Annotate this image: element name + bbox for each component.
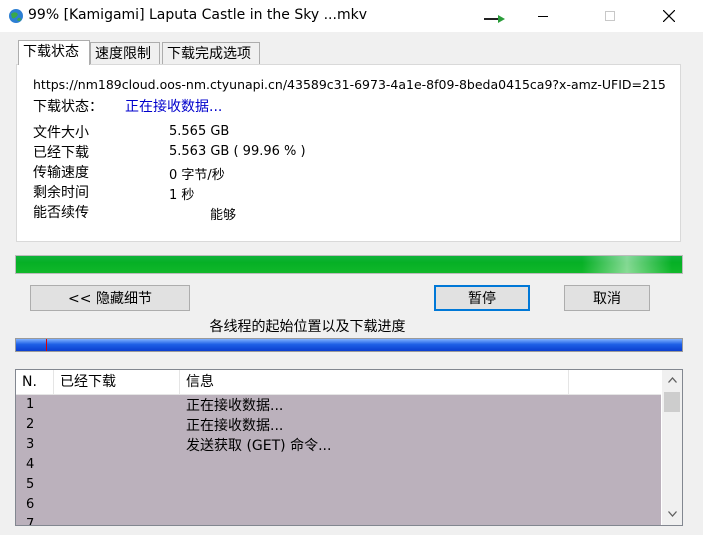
row-info: 发送获取 (GET) 命令... xyxy=(186,438,332,454)
list-row[interactable]: 2 正在接收数据... xyxy=(16,415,661,435)
thread-progress-bar xyxy=(15,338,683,352)
row-number: 1 xyxy=(26,397,35,412)
downloaded-value: 5.563 GB ( 99.96 % ) xyxy=(169,144,306,159)
minimize-button[interactable] xyxy=(520,0,566,32)
window-title: 99% [Kamigami] Laputa Castle in the Sky … xyxy=(28,7,367,23)
list-row[interactable]: 4 xyxy=(16,455,661,475)
chevron-down-icon xyxy=(667,511,677,517)
scroll-down-button[interactable] xyxy=(662,504,682,524)
pause-button[interactable]: 暂停 xyxy=(434,285,530,311)
app-globe-icon xyxy=(9,9,23,23)
column-header-number[interactable]: N. xyxy=(16,370,54,394)
list-header: N. 已经下载 信息 xyxy=(16,370,661,395)
row-number: 6 xyxy=(26,497,35,512)
download-url: https://nm189cloud.oos-nm.ctyunapi.cn/43… xyxy=(33,77,665,92)
column-header-info[interactable]: 信息 xyxy=(180,370,569,394)
cancel-button[interactable]: 取消 xyxy=(564,285,650,311)
column-header-downloaded[interactable]: 已经下载 xyxy=(54,370,180,394)
resume-value: 能够 xyxy=(210,208,237,223)
list-row[interactable]: 7 xyxy=(16,515,661,526)
tab-download-status[interactable]: 下载状态 xyxy=(18,40,90,65)
list-row[interactable]: 6 xyxy=(16,495,661,515)
remaining-value: 1 秒 xyxy=(169,188,195,203)
hide-details-button[interactable]: << 隐藏细节 xyxy=(30,285,190,311)
minimize-icon xyxy=(538,16,548,17)
arrow-right-icon[interactable] xyxy=(484,14,506,24)
row-number: 5 xyxy=(26,477,35,492)
resume-label: 能否续传 xyxy=(33,205,89,221)
list-scrollbar[interactable] xyxy=(662,370,682,525)
close-button[interactable] xyxy=(646,0,692,32)
tab-speed-limit[interactable]: 速度限制 xyxy=(90,42,160,64)
thread-start-marker xyxy=(46,339,47,351)
remaining-label: 剩余时间 xyxy=(33,185,89,201)
download-progress-bar xyxy=(15,255,683,274)
close-icon xyxy=(663,10,675,22)
row-info: 正在接收数据... xyxy=(186,418,284,434)
row-info: 正在接收数据... xyxy=(186,398,284,414)
scroll-up-button[interactable] xyxy=(662,370,682,390)
download-progress-fill xyxy=(16,256,682,273)
list-row[interactable]: 3 发送获取 (GET) 命令... xyxy=(16,435,661,455)
row-number: 4 xyxy=(26,457,35,472)
connections-list[interactable]: N. 已经下载 信息 1 正在接收数据... 2 正在接收数据... 3 发送获… xyxy=(15,369,683,526)
speed-value: 0 字节/秒 xyxy=(169,168,225,183)
list-row[interactable]: 1 正在接收数据... xyxy=(16,395,661,415)
maximize-button[interactable] xyxy=(587,0,633,32)
status-panel: https://nm189cloud.oos-nm.ctyunapi.cn/43… xyxy=(16,64,681,242)
row-number: 7 xyxy=(26,517,35,526)
status-value: 正在接收数据... xyxy=(125,99,223,115)
row-number: 2 xyxy=(26,417,35,432)
chevron-up-icon xyxy=(667,377,677,383)
title-bar: 99% [Kamigami] Laputa Castle in the Sky … xyxy=(0,0,703,32)
speed-label: 传输速度 xyxy=(33,165,89,181)
scroll-thumb[interactable] xyxy=(664,392,680,412)
list-rows: 1 正在接收数据... 2 正在接收数据... 3 发送获取 (GET) 命令.… xyxy=(16,395,661,526)
downloaded-label: 已经下载 xyxy=(33,145,89,161)
threads-label: 各线程的起始位置以及下载进度 xyxy=(209,319,406,335)
status-label: 下载状态： xyxy=(33,99,103,115)
maximize-icon xyxy=(605,11,615,21)
row-number: 3 xyxy=(26,437,35,452)
list-row[interactable]: 5 xyxy=(16,475,661,495)
progress-shine xyxy=(581,256,672,273)
file-size-label: 文件大小 xyxy=(33,125,89,141)
tab-completion-options[interactable]: 下载完成选项 xyxy=(162,42,260,64)
file-size-value: 5.565 GB xyxy=(169,124,230,139)
